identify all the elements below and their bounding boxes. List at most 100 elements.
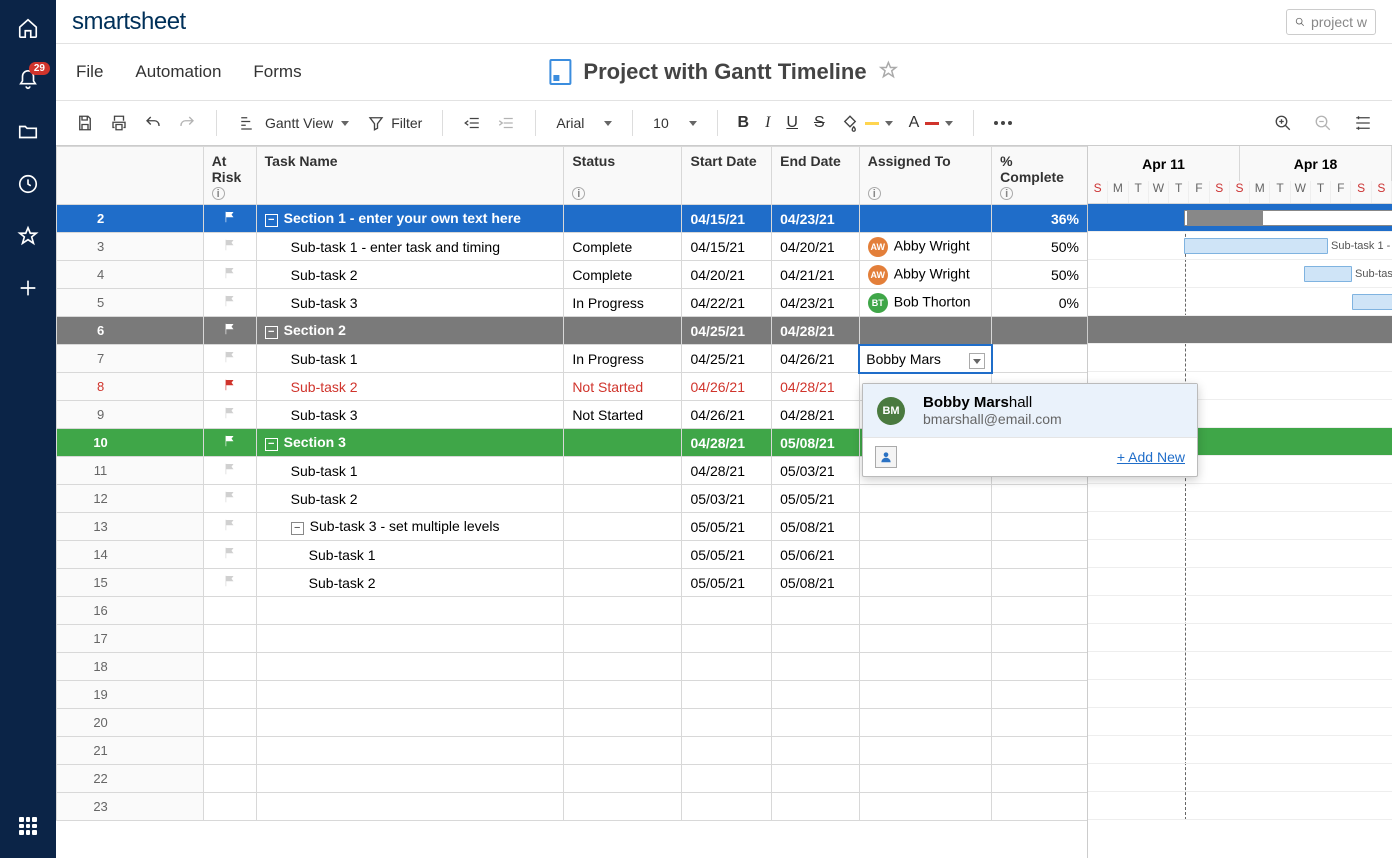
assigned-to-cell[interactable] (859, 793, 991, 821)
status-cell[interactable]: In Progress (564, 289, 682, 317)
assigned-to-cell[interactable]: AWAbby Wright (859, 261, 991, 289)
contact-picker-icon[interactable] (875, 446, 897, 468)
task-name-cell[interactable]: Sub-task 1 (256, 457, 564, 485)
redo-button[interactable] (172, 110, 202, 136)
status-cell[interactable]: Complete (564, 261, 682, 289)
assigned-to-cell[interactable] (859, 317, 991, 345)
home-icon[interactable] (16, 16, 40, 40)
end-date-cell[interactable]: 04/28/21 (772, 401, 860, 429)
text-color-button[interactable]: A (903, 110, 960, 136)
save-button[interactable] (70, 110, 100, 136)
status-cell[interactable] (564, 485, 682, 513)
task-name-cell[interactable] (256, 737, 564, 765)
table-row[interactable]: 23 (57, 793, 1088, 821)
pct-complete-cell[interactable] (992, 765, 1088, 793)
zoom-out-button[interactable] (1308, 110, 1338, 136)
task-name-cell[interactable]: Sub-task 2 (256, 569, 564, 597)
assigned-to-cell[interactable] (859, 513, 991, 541)
fill-color-button[interactable] (835, 110, 899, 136)
pct-complete-cell[interactable] (992, 653, 1088, 681)
at-risk-cell[interactable] (203, 457, 256, 485)
task-name-cell[interactable]: −Section 3 (256, 429, 564, 457)
view-switcher[interactable]: Gantt View (231, 110, 357, 136)
end-date-cell[interactable] (772, 681, 860, 709)
assigned-to-cell[interactable] (859, 625, 991, 653)
more-button[interactable] (988, 117, 1018, 129)
pct-complete-cell[interactable] (992, 681, 1088, 709)
at-risk-cell[interactable] (203, 345, 256, 373)
task-name-cell[interactable]: −Section 2 (256, 317, 564, 345)
add-new-contact[interactable]: + Add New (1117, 449, 1185, 465)
at-risk-cell[interactable] (203, 541, 256, 569)
menu-automation[interactable]: Automation (135, 62, 221, 82)
end-date-cell[interactable]: 04/20/21 (772, 233, 860, 261)
font-size-selector[interactable]: 10 (647, 111, 702, 135)
row-index[interactable]: 13 (57, 513, 145, 541)
status-cell[interactable] (564, 681, 682, 709)
task-name-cell[interactable]: Sub-task 1 - enter task and timing (256, 233, 564, 261)
start-date-cell[interactable] (682, 681, 772, 709)
task-name-cell[interactable] (256, 709, 564, 737)
start-date-cell[interactable] (682, 625, 772, 653)
at-risk-cell[interactable] (203, 401, 256, 429)
filter-button[interactable]: Filter (361, 110, 428, 136)
start-date-cell[interactable]: 04/26/21 (682, 401, 772, 429)
end-date-cell[interactable]: 04/28/21 (772, 373, 860, 401)
row-index[interactable]: 19 (57, 681, 145, 709)
table-row[interactable]: 3 Sub-task 1 - enter task and timing Com… (57, 233, 1088, 261)
at-risk-cell[interactable] (203, 653, 256, 681)
table-row[interactable]: 19 (57, 681, 1088, 709)
start-date-cell[interactable] (682, 653, 772, 681)
status-cell[interactable] (564, 205, 682, 233)
assigned-to-cell[interactable] (859, 709, 991, 737)
start-date-cell[interactable]: 04/20/21 (682, 261, 772, 289)
assigned-to-cell[interactable] (859, 653, 991, 681)
pct-complete-cell[interactable] (992, 485, 1088, 513)
undo-button[interactable] (138, 110, 168, 136)
col-task-name[interactable]: Task Name (256, 147, 564, 205)
font-selector[interactable]: Arial (550, 111, 618, 135)
at-risk-cell[interactable] (203, 765, 256, 793)
at-risk-cell[interactable] (203, 261, 256, 289)
task-name-cell[interactable]: Sub-task 3 (256, 401, 564, 429)
status-cell[interactable]: Not Started (564, 373, 682, 401)
table-row[interactable]: 14 Sub-task 1 05/05/21 05/06/21 (57, 541, 1088, 569)
start-date-cell[interactable] (682, 597, 772, 625)
gantt-bar[interactable]: Section 1 - enter your own text here (1184, 210, 1392, 226)
table-row[interactable]: 20 (57, 709, 1088, 737)
favorite-toggle[interactable] (879, 60, 899, 85)
assigned-to-cell[interactable] (859, 597, 991, 625)
status-cell[interactable] (564, 625, 682, 653)
task-name-cell[interactable]: Sub-task 1 (256, 345, 564, 373)
task-name-cell[interactable] (256, 765, 564, 793)
end-date-cell[interactable]: 05/08/21 (772, 429, 860, 457)
start-date-cell[interactable]: 04/22/21 (682, 289, 772, 317)
task-name-cell[interactable]: Sub-task 2 (256, 373, 564, 401)
menu-forms[interactable]: Forms (253, 62, 301, 82)
at-risk-cell[interactable] (203, 205, 256, 233)
row-index[interactable]: 3 (57, 233, 145, 261)
task-name-cell[interactable]: Sub-task 2 (256, 485, 564, 513)
status-cell[interactable] (564, 569, 682, 597)
start-date-cell[interactable]: 05/05/21 (682, 541, 772, 569)
col-status[interactable]: Statusi (564, 147, 682, 205)
table-row[interactable]: 6 −Section 2 04/25/21 04/28/21 (57, 317, 1088, 345)
task-name-cell[interactable] (256, 793, 564, 821)
table-row[interactable]: 17 (57, 625, 1088, 653)
col-start-date[interactable]: Start Date (682, 147, 772, 205)
assigned-to-cell[interactable] (859, 681, 991, 709)
task-name-cell[interactable] (256, 625, 564, 653)
assigned-to-cell[interactable] (859, 205, 991, 233)
end-date-cell[interactable] (772, 625, 860, 653)
start-date-cell[interactable] (682, 793, 772, 821)
task-name-cell[interactable]: Sub-task 2 (256, 261, 564, 289)
status-cell[interactable] (564, 317, 682, 345)
end-date-cell[interactable]: 05/08/21 (772, 513, 860, 541)
pct-complete-cell[interactable]: 50% (992, 261, 1088, 289)
start-date-cell[interactable]: 04/25/21 (682, 345, 772, 373)
row-index[interactable]: 10 (57, 429, 145, 457)
favorites-icon[interactable] (16, 224, 40, 248)
at-risk-cell[interactable] (203, 709, 256, 737)
contact-option[interactable]: BM Bobby Marshall bmarshall@email.com (863, 384, 1197, 437)
at-risk-cell[interactable] (203, 597, 256, 625)
